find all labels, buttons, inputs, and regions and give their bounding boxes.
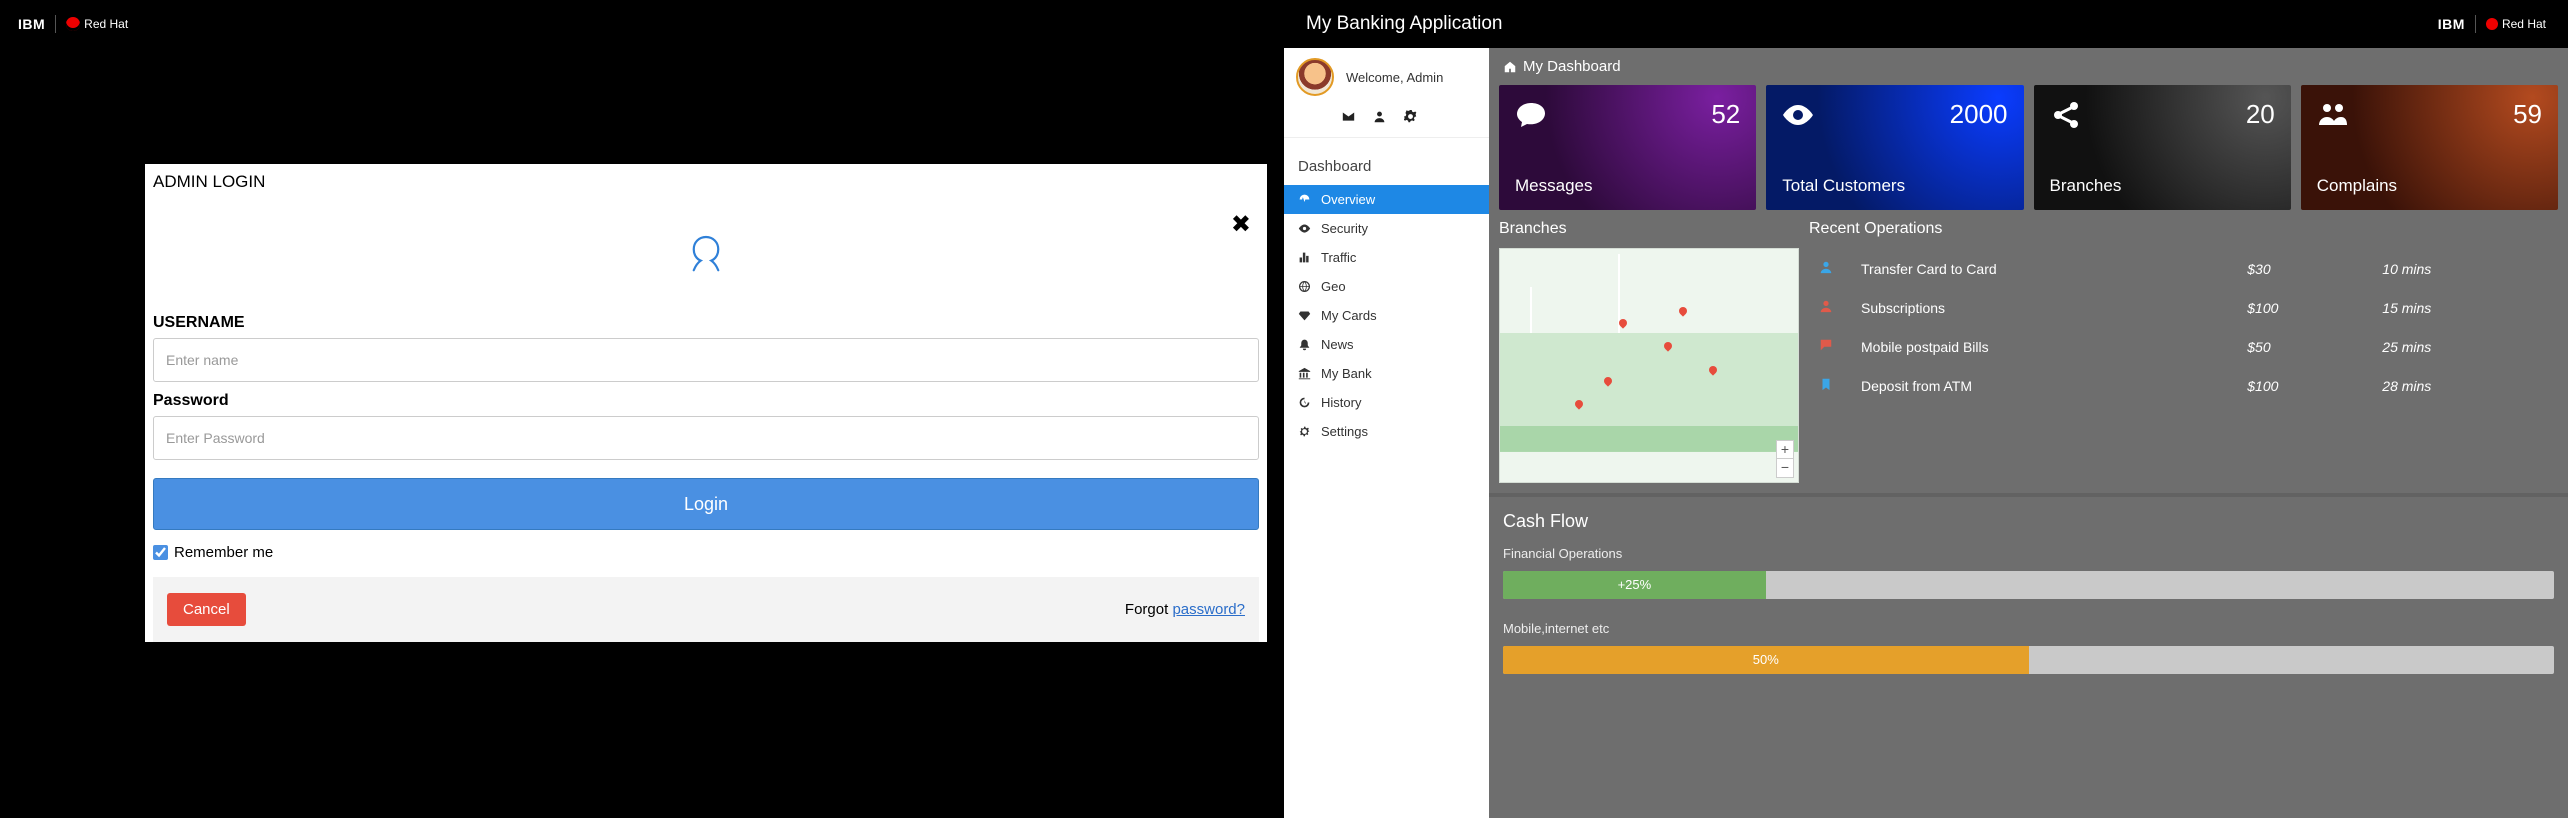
ibm-logo: IBM (2438, 16, 2465, 32)
remember-me-label: Remember me (174, 544, 273, 561)
ibm-logo: IBM (18, 16, 45, 32)
mail-icon[interactable] (1342, 110, 1355, 123)
gear-icon (1298, 425, 1311, 438)
progress-fill: 50% (1503, 646, 2029, 674)
sidebar-item-traffic[interactable]: Traffic (1284, 243, 1489, 272)
login-screen: IBM Red Hat ADMIN LOGIN ✖ USERNAME Passw… (0, 0, 1284, 818)
profile-icon[interactable] (1373, 110, 1386, 123)
cash-flow-panel: Cash Flow Financial Operations +25% Mobi… (1489, 493, 2568, 694)
map-zoom-controls[interactable]: +− (1776, 440, 1794, 478)
stat-card-complains[interactable]: 59 Complains (2301, 85, 2558, 210)
progress-fill: +25% (1503, 571, 1766, 599)
redhat-icon (2486, 18, 2498, 30)
main-content: My Dashboard 52 Messages 2000 Total Cust… (1489, 48, 2568, 818)
username-label: USERNAME (153, 314, 1259, 332)
password-label: Password (153, 392, 1259, 410)
app-header: My Banking Application IBM Red Hat (1284, 0, 2568, 48)
sidebar-item-security[interactable]: Security (1284, 214, 1489, 243)
table-row: Deposit from ATM $100 28 mins (1811, 367, 2556, 404)
bank-icon (1298, 367, 1311, 380)
breadcrumb: My Dashboard (1489, 48, 2568, 85)
close-icon[interactable]: ✖ (1231, 210, 1251, 239)
login-footer: Cancel Forgot password? (153, 577, 1259, 642)
eye-icon (1298, 222, 1311, 235)
ibm-header-right: IBM Red Hat (2438, 15, 2546, 33)
forgot-password: Forgot password? (1125, 601, 1245, 618)
table-row: Subscriptions $100 15 mins (1811, 289, 2556, 326)
cash-flow-title: Cash Flow (1503, 511, 2554, 532)
cancel-button[interactable]: Cancel (167, 593, 246, 626)
login-body: ✖ USERNAME Password Login Remember me Ca… (145, 204, 1267, 642)
sidebar: Welcome, Admin Dashboard Overview Securi… (1284, 48, 1489, 818)
sidebar-item-overview[interactable]: Overview (1284, 185, 1489, 214)
bar-label: Mobile,internet etc (1503, 621, 2554, 636)
redhat-logo: Red Hat (66, 17, 128, 31)
table-row: Mobile postpaid Bills $50 25 mins (1811, 328, 2556, 365)
password-input[interactable] (153, 416, 1259, 460)
progress-bar-financial: +25% (1503, 571, 2554, 599)
welcome-text: Welcome, Admin (1346, 70, 1443, 85)
recent-operations-panel: Recent Operations Transfer Card to Card … (1809, 220, 2558, 483)
sidebar-item-news[interactable]: News (1284, 330, 1489, 359)
redhat-logo: Red Hat (2486, 17, 2546, 31)
branches-map[interactable]: +− (1499, 248, 1799, 483)
stat-card-messages[interactable]: 52 Messages (1499, 85, 1756, 210)
forgot-password-link[interactable]: password? (1172, 601, 1245, 618)
dashboard-icon (1298, 193, 1311, 206)
ibm-header-left: IBM Red Hat (0, 0, 1284, 48)
user-quick-icons (1284, 106, 1489, 137)
gear-icon[interactable] (1404, 110, 1417, 123)
stat-cards-row: 52 Messages 2000 Total Customers 20 (1489, 85, 2568, 220)
bars-icon (1298, 251, 1311, 264)
dashboard-screen: My Banking Application IBM Red Hat Welco… (1284, 0, 2568, 818)
sidebar-item-settings[interactable]: Settings (1284, 417, 1489, 446)
share-icon (2050, 99, 2082, 131)
chat-icon (1515, 99, 1547, 131)
bar-label: Financial Operations (1503, 546, 2554, 561)
users-icon (2317, 99, 2349, 131)
user-avatar-icon (678, 230, 734, 286)
comment-icon (1819, 338, 1833, 352)
user-avatar (1296, 58, 1334, 96)
branches-panel: Branches +− (1499, 220, 1799, 483)
stat-card-customers[interactable]: 2000 Total Customers (1766, 85, 2023, 210)
branches-title: Branches (1499, 220, 1799, 238)
remember-me-row[interactable]: Remember me (153, 544, 1259, 561)
remember-me-checkbox[interactable] (153, 545, 168, 560)
user-icon (1819, 299, 1833, 313)
bell-icon (1298, 338, 1311, 351)
user-icon (1819, 260, 1833, 274)
app-title: My Banking Application (1306, 13, 1502, 35)
header-divider (2475, 15, 2476, 33)
redhat-icon (66, 17, 80, 31)
user-block: Welcome, Admin (1284, 48, 1489, 106)
table-row: Transfer Card to Card $30 10 mins (1811, 250, 2556, 287)
eye-icon (1782, 99, 1814, 131)
username-input[interactable] (153, 338, 1259, 382)
login-card: ADMIN LOGIN ✖ USERNAME Password Login Re… (145, 164, 1267, 642)
home-icon (1503, 60, 1517, 74)
sidebar-item-mybank[interactable]: My Bank (1284, 359, 1489, 388)
stat-card-branches[interactable]: 20 Branches (2034, 85, 2291, 210)
sidebar-item-geo[interactable]: Geo (1284, 272, 1489, 301)
recent-ops-table: Transfer Card to Card $30 10 mins Subscr… (1809, 248, 2558, 406)
history-icon (1298, 396, 1311, 409)
diamond-icon (1298, 309, 1311, 322)
login-button[interactable]: Login (153, 478, 1259, 530)
login-title: ADMIN LOGIN (145, 164, 1267, 204)
sidebar-item-history[interactable]: History (1284, 388, 1489, 417)
globe-icon (1298, 280, 1311, 293)
progress-bar-mobile: 50% (1503, 646, 2554, 674)
recent-ops-title: Recent Operations (1809, 220, 2558, 238)
bookmark-icon (1819, 377, 1833, 391)
header-divider (55, 15, 56, 33)
sidebar-heading: Dashboard (1284, 152, 1489, 185)
sidebar-item-mycards[interactable]: My Cards (1284, 301, 1489, 330)
